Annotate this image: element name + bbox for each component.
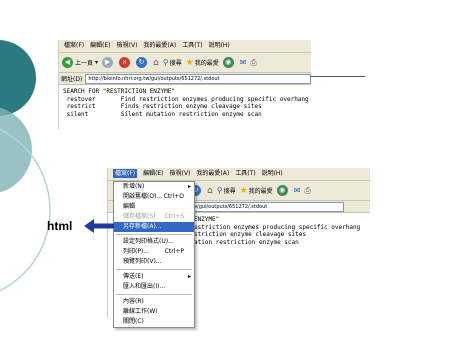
menu-tools[interactable]: 工具(T) [235, 170, 255, 177]
menu-item-print[interactable]: 列印(P)... Ctrl+P [114, 247, 194, 257]
favorites-label: 我的最愛 [194, 60, 219, 67]
menu-item-properties[interactable]: 內容(R) [114, 297, 194, 307]
stop-icon: ✕ [119, 57, 131, 68]
menu-bar: 檔案(F) 編輯(E) 檢視(V) 我的最愛(A) 工具(T) 說明(H) [59, 40, 311, 53]
menu-item-send[interactable]: 傳送(E) ▸ [114, 272, 194, 282]
content-line: silent Silent mutation restriction enzym… [63, 110, 262, 118]
forward-button[interactable]: ▶ [102, 57, 115, 68]
menu-edit[interactable]: 編輯(E) [90, 42, 110, 49]
address-bar: 網址(D) http://bioinfo.nhri.org.tw/gui/out… [59, 73, 311, 85]
mail-icon: ✉ [293, 186, 301, 195]
menu-separator [116, 234, 192, 235]
menu-tools[interactable]: 工具(T) [182, 42, 202, 49]
address-label: 網址(D) [61, 76, 83, 83]
print-button[interactable]: ⎙ [304, 186, 310, 196]
menu-file[interactable]: 檔案(F) [64, 42, 84, 49]
media-button[interactable]: ◉ [276, 185, 290, 196]
menu-favorites[interactable]: 我的最愛(A) [143, 42, 176, 49]
search-button[interactable]: ⚲ 搜尋 [217, 186, 236, 195]
refresh-icon: ↻ [136, 57, 148, 68]
mail-button[interactable]: ✉ [294, 186, 301, 195]
menu-item-print-preview[interactable]: 預覽列印(V)... [114, 257, 194, 267]
address-input[interactable]: http://bioinfo.nhri.org.tw/gui/outputs/6… [85, 73, 311, 84]
home-icon: ⌂ [153, 57, 159, 68]
divider-line [310, 76, 365, 77]
pointer-arrow-icon [84, 219, 114, 233]
menu-bar: 檔案(F) 編輯(E) 檢視(V) 我的最愛(A) 工具(T) 說明(H) [108, 168, 370, 181]
menu-view[interactable]: 檢視(V) [170, 170, 191, 177]
content-line: SEARCH FOR "RESTRICTION ENZYME" [63, 88, 175, 95]
menu-help[interactable]: 說明(H) [209, 42, 230, 49]
home-icon: ⌂ [207, 185, 213, 196]
content-line: striction enzyme cleavage sites [194, 231, 306, 238]
mail-icon: ✉ [239, 58, 247, 67]
menu-item-import-export[interactable]: 匯入和匯出(I)... [114, 282, 194, 292]
printer-icon: ⎙ [250, 57, 257, 67]
shortcut-label: Ctrl+P [164, 248, 184, 255]
stop-button[interactable]: ✕ [119, 57, 132, 68]
menu-item-page-setup[interactable]: 設定列印格式(U)... [114, 237, 194, 247]
menu-item-edit[interactable]: 編輯 [114, 202, 194, 212]
menu-item-close[interactable]: 關閉(C) [114, 317, 194, 327]
forward-arrow-icon: ▶ [102, 57, 114, 68]
search-icon: ⚲ [216, 186, 223, 195]
menu-item-work-offline[interactable]: 離線工作(W) [114, 307, 194, 317]
printer-icon: ⎙ [304, 185, 311, 195]
menu-edit[interactable]: 編輯(E) [143, 170, 163, 177]
star-icon: ★ [185, 57, 194, 68]
search-label: 搜尋 [223, 188, 236, 195]
menu-view[interactable]: 檢視(V) [117, 42, 138, 49]
refresh-button[interactable]: ↻ [136, 57, 149, 68]
favorites-button[interactable]: ★ 我的最愛 [186, 58, 219, 68]
star-icon: ★ [239, 185, 248, 196]
submenu-arrow-icon: ▸ [187, 273, 191, 280]
media-icon: ◉ [276, 185, 288, 196]
home-button[interactable]: ⌂ [153, 58, 159, 68]
file-menu-dropdown: 新增(N) ▸ 開啟舊檔(O)... Ctrl+O 編輯 儲存檔案(S) Ctrl+S… [113, 181, 195, 328]
content-line: ation restriction enzyme scan [194, 238, 299, 246]
search-icon: ⚲ [162, 58, 169, 67]
content-line: estriction enzymes producing specific ov… [194, 223, 361, 231]
menu-separator [116, 269, 192, 270]
browser-window-1: 檔案(F) 編輯(E) 檢視(V) 我的最愛(A) 工具(T) 說明(H) ◀ 上一頁 ▾ ▶… [58, 40, 311, 130]
shortcut-label: Ctrl+S [164, 213, 184, 220]
print-button[interactable]: ⎙ [250, 58, 256, 68]
back-arrow-icon: ◀ [62, 57, 73, 68]
page-content: SEARCH FOR "RESTRICTION ENZYME" restover… [59, 85, 311, 121]
html-annotation-label: html [47, 219, 73, 233]
menu-help[interactable]: 說明(H) [262, 170, 283, 177]
content-line: restrict Finds restriction enzyme cleava… [63, 103, 262, 110]
media-button[interactable]: ◉ [222, 57, 236, 68]
menu-item-save-as[interactable]: 另存新檔(A)... [114, 222, 194, 232]
toolbar: ◀ 上一頁 ▾ ▶ ✕ ↻ ⌂ ⚲ 搜尋 ★ 我的最愛 ◉ ✉ ⎙ [59, 53, 311, 73]
home-button[interactable]: ⌂ [207, 186, 213, 196]
favorites-label: 我的最愛 [248, 188, 273, 195]
menu-separator [116, 294, 192, 295]
menu-favorites[interactable]: 我的最愛(A) [196, 170, 229, 177]
favorites-button[interactable]: ★ 我的最愛 [240, 186, 273, 196]
address-input[interactable]: tw/gui/outputs/651272/.stdout [188, 201, 344, 212]
menu-item-new[interactable]: 新增(N) ▸ [114, 182, 194, 192]
back-label: 上一頁 [75, 60, 94, 67]
content-line: restover Find restriction enzymes produc… [63, 95, 309, 103]
search-label: 搜尋 [169, 60, 182, 67]
mail-button[interactable]: ✉ [240, 58, 247, 67]
menu-file[interactable]: 檔案(F) [113, 169, 138, 178]
shortcut-label: Ctrl+O [163, 193, 184, 200]
back-button[interactable]: ◀ 上一頁 ▾ [62, 57, 98, 68]
menu-item-open[interactable]: 開啟舊檔(O)... Ctrl+O [114, 192, 194, 202]
submenu-arrow-icon: ▸ [187, 183, 191, 190]
media-icon: ◉ [222, 57, 234, 68]
decorative-circles [0, 40, 51, 292]
content-line: ENZYME" [194, 216, 220, 223]
menu-item-save: 儲存檔案(S) Ctrl+S [123, 213, 184, 220]
search-button[interactable]: ⚲ 搜尋 [163, 58, 182, 67]
